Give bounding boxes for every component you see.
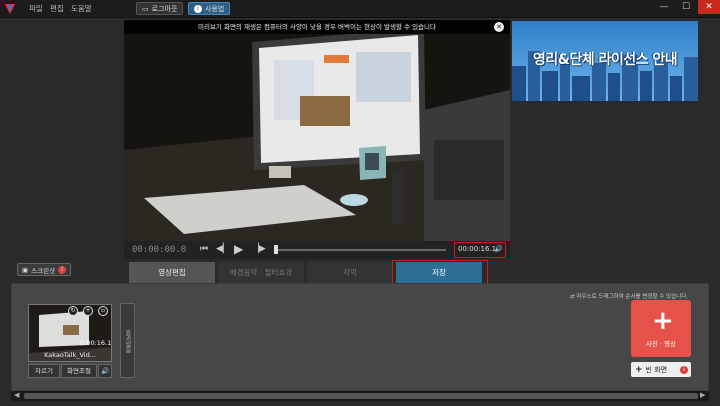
menu-edit[interactable]: 편집 [50, 3, 64, 14]
play-icon[interactable]: ▶ [234, 242, 243, 256]
next-frame-icon[interactable]: ▕▶ [252, 244, 266, 254]
clip-title: KakaoTalk_Vid... [44, 351, 96, 359]
go-start-icon[interactable]: ⏮ [200, 244, 208, 254]
app-logo [5, 4, 15, 14]
logout-label: 로그아웃 [151, 4, 178, 13]
scroll-left-icon[interactable]: ◀ [14, 391, 19, 399]
current-time: 00:00:00.0 [132, 245, 187, 255]
clip-duration: 0:00:16.1 [80, 339, 112, 347]
maximize-button[interactable]: ☐ [675, 0, 697, 14]
app-window: 파일 편집 도움말 ▭ 로그아웃 i 사용법 — ☐ ✕ 미리보기 화면의 재생… [0, 0, 720, 406]
clip-volume-icon[interactable]: 🔊 [98, 364, 112, 378]
info-badge-icon[interactable]: i [58, 265, 67, 274]
help-button[interactable]: i 사용법 [188, 2, 231, 15]
info-badge-icon[interactable]: i [680, 365, 688, 374]
playback-controls: 00:00:00.0 ⏮ ◀▏ ▶ ▕▶ 00:00:16.1 🔊 [124, 241, 510, 259]
info-icon: i [194, 4, 202, 13]
video-preview[interactable]: 미리보기 화면의 재생은 컴퓨터의 사양이 낮을 경우 버벅이는 현상이 발생할… [124, 20, 510, 241]
seek-bar[interactable] [274, 249, 446, 251]
ad-text: 영리&단체 라이선스 안내 [532, 52, 678, 68]
notice-close-icon[interactable]: ✕ [494, 22, 504, 32]
logout-icon: ▭ [142, 4, 149, 13]
menu-help[interactable]: 도움말 [71, 3, 92, 14]
notice-text: 미리보기 화면의 재생은 컴퓨터의 사양이 낮을 경우 버벅이는 현상이 발생할… [197, 23, 436, 31]
blank-screen-button[interactable]: + 빈 화면 i [631, 362, 691, 377]
adjust-screen-button[interactable]: 화면조절 [61, 364, 97, 378]
performance-notice: 미리보기 화면의 재생은 컴퓨터의 사양이 낮을 경우 버벅이는 현상이 발생할… [124, 20, 510, 34]
plus-icon: + [635, 364, 643, 375]
tab-bgm-filter[interactable]: 배경음악 · 필터효과 [218, 262, 304, 283]
scrollbar-thumb[interactable] [24, 393, 698, 399]
preview-frame-image [124, 20, 510, 241]
add-clip-icon[interactable]: + [83, 306, 93, 316]
menu-file[interactable]: 파일 [29, 3, 43, 14]
total-time: 00:00:16.1 🔊 [454, 242, 506, 258]
minimize-button[interactable]: — [653, 0, 675, 14]
blank-screen-label: 빈 화면 [645, 365, 668, 374]
close-button[interactable]: ✕ [698, 0, 720, 14]
transition-effect-button[interactable]: 효과없음 [120, 303, 135, 378]
add-media-label: 사진 · 영상 [645, 340, 677, 348]
volume-icon[interactable]: 🔊 [494, 243, 503, 256]
seek-handle[interactable] [274, 245, 278, 254]
tab-video-edit[interactable]: 영상편집 [129, 262, 215, 283]
total-time-label: 00:00:16.1 [458, 245, 497, 253]
delete-clip-icon[interactable]: ▫ [98, 306, 108, 316]
reorder-hint: ⇄ 마우스로 드래그하여 순서를 변경할 수 있습니다. [570, 294, 689, 300]
title-bar: 파일 편집 도움말 ▭ 로그아웃 i 사용법 — ☐ ✕ [0, 0, 720, 18]
add-media-button[interactable]: + 사진 · 영상 [631, 300, 691, 357]
logout-button[interactable]: ▭ 로그아웃 [136, 2, 184, 15]
camera-icon: ▣ [22, 265, 29, 274]
plus-icon: + [652, 306, 674, 336]
prev-frame-icon[interactable]: ◀▏ [216, 244, 230, 254]
help-label: 사용법 [205, 4, 225, 13]
screenshot-button[interactable]: ▣ 스크린샷 i [17, 263, 72, 276]
license-ad-banner[interactable]: 영리&단체 라이선스 안내 [512, 21, 698, 101]
tab-subtitle[interactable]: 자막 [307, 262, 393, 283]
screenshot-label: 스크린샷 [31, 266, 56, 275]
rotate-icon[interactable]: ↻ [68, 306, 78, 316]
trim-button[interactable]: 자르기 [28, 364, 60, 378]
scroll-right-icon[interactable]: ▶ [700, 391, 705, 399]
